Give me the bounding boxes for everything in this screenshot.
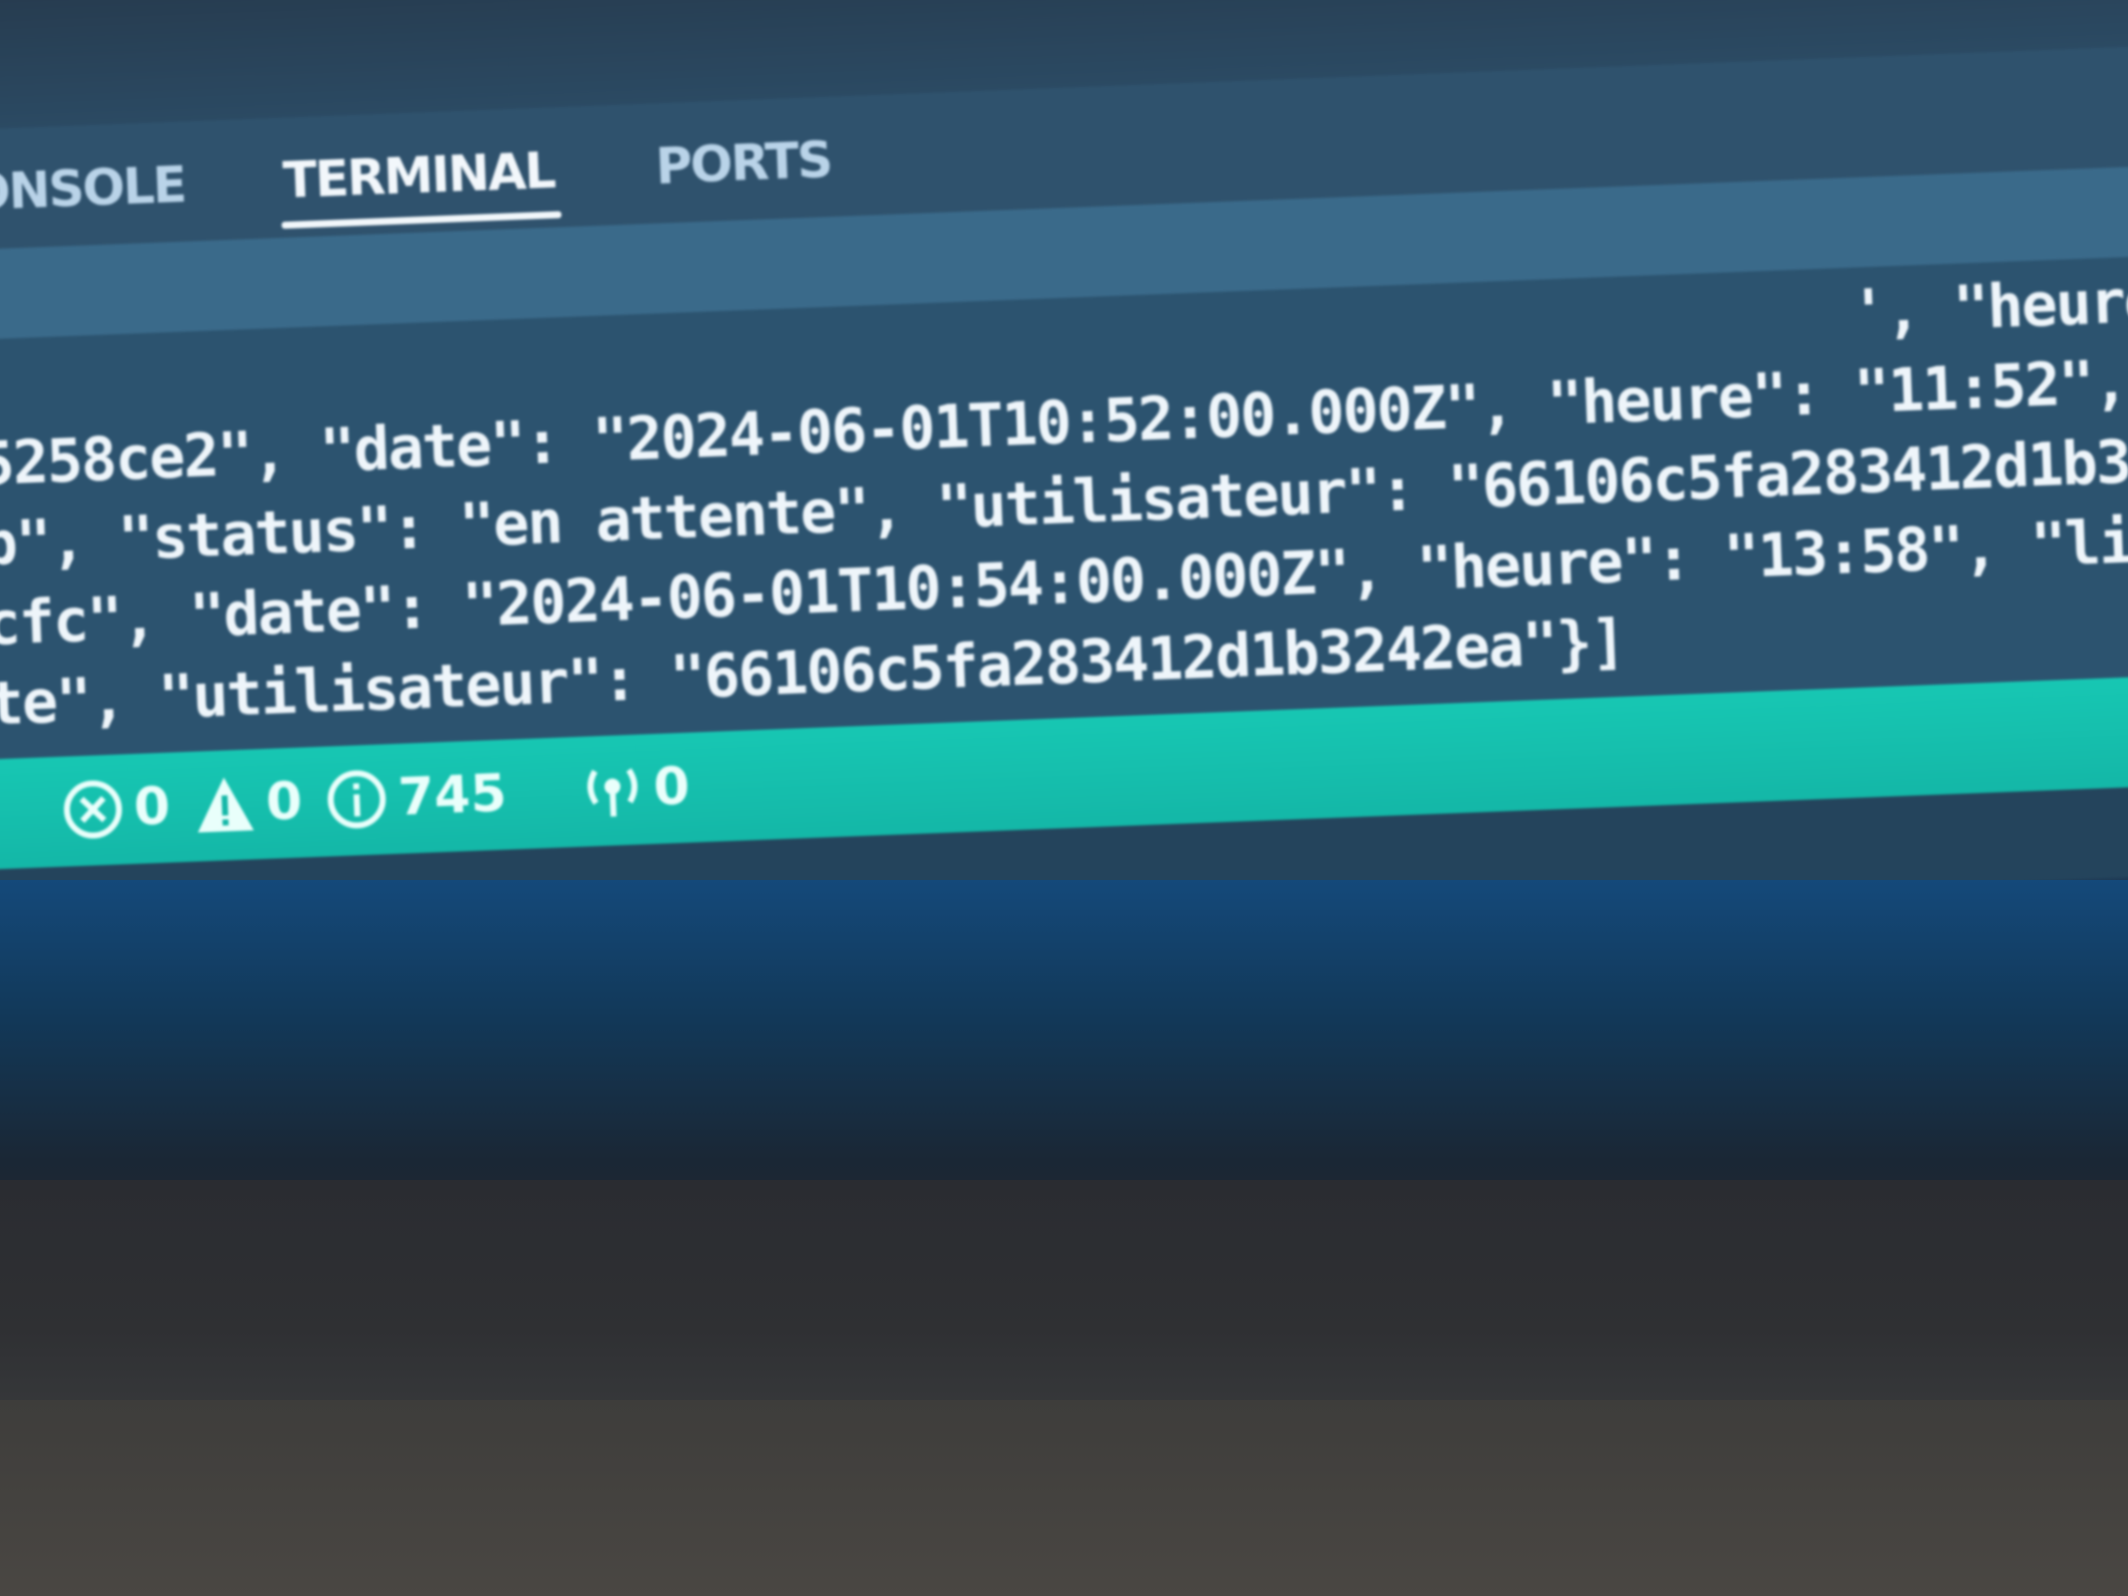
warning-triangle-icon — [198, 777, 255, 833]
monitor-screen: ONSOLE TERMINAL PORTS ', "heure": "11:52… — [0, 0, 2128, 960]
error-circle-icon — [63, 780, 122, 839]
broadcast-icon — [587, 768, 638, 817]
monitor-bezel — [0, 1180, 2128, 1430]
tab-debug-console[interactable]: ONSOLE — [0, 156, 186, 222]
status-ports[interactable]: 0 — [580, 746, 715, 831]
terminal-output[interactable]: ', "heure": "11:52", 5258ce2", "date": "… — [0, 254, 2128, 760]
info-count: 745 — [396, 763, 508, 828]
warnings-count: 0 — [264, 771, 304, 833]
tab-terminal-active-indicator — [281, 211, 562, 229]
ports-count: 0 — [652, 756, 691, 818]
info-circle-icon — [328, 770, 387, 829]
tab-ports[interactable]: PORTS — [655, 131, 833, 196]
desk-surface — [0, 1400, 2128, 1596]
photo-scene: ONSOLE TERMINAL PORTS ', "heure": "11:52… — [0, 0, 2128, 1596]
errors-count: 0 — [132, 776, 172, 838]
tab-terminal[interactable]: TERMINAL — [282, 141, 556, 209]
status-problems[interactable]: 0 0 745 — [60, 753, 532, 851]
